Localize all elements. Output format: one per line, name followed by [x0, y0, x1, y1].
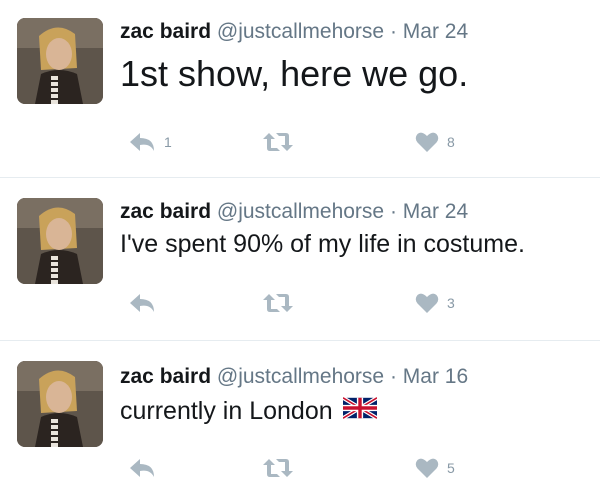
tweet-header: zac baird @justcallmehorse · Mar 24 [120, 199, 468, 225]
avatar[interactable] [17, 198, 103, 284]
like-count: 3 [447, 295, 455, 311]
retweet-icon [263, 294, 293, 312]
like-button[interactable]: 3 [415, 290, 455, 316]
reply-icon [130, 133, 154, 151]
heart-icon [415, 132, 439, 152]
retweet-button[interactable] [262, 455, 302, 481]
reply-count: 1 [164, 134, 172, 150]
like-button[interactable]: 5 [415, 455, 455, 481]
tweet[interactable]: zac baird @justcallmehorse · Mar 24 1st … [0, 0, 600, 178]
like-count: 5 [447, 460, 455, 476]
tweet[interactable]: zac baird @justcallmehorse · Mar 24 I've… [0, 178, 600, 341]
tweet-date[interactable]: Mar 16 [403, 365, 468, 388]
display-name[interactable]: zac baird [120, 20, 211, 43]
tweet-header: zac baird @justcallmehorse · Mar 16 [120, 364, 468, 390]
avatar[interactable] [17, 18, 103, 104]
tweet-text: I've spent 90% of my life in costume. [120, 230, 525, 258]
retweet-button[interactable] [262, 290, 302, 316]
username[interactable]: @justcallmehorse [217, 365, 384, 388]
tweet[interactable]: zac baird @justcallmehorse · Mar 16 curr… [0, 341, 600, 503]
tweet-header: zac baird @justcallmehorse · Mar 24 [120, 19, 468, 45]
tweet-actions: 1 8 [0, 129, 600, 155]
heart-icon [415, 458, 439, 478]
tweet-text-line: currently in London [120, 395, 378, 428]
retweet-button[interactable] [262, 129, 302, 155]
avatar-photo [17, 198, 103, 284]
header-separator: · [389, 200, 397, 223]
display-name[interactable]: zac baird [120, 200, 211, 223]
reply-button[interactable] [128, 455, 164, 481]
display-name[interactable]: zac baird [120, 365, 211, 388]
retweet-icon [263, 459, 293, 477]
username[interactable]: @justcallmehorse [217, 200, 384, 223]
like-button[interactable]: 8 [415, 129, 455, 155]
tweet-actions: 5 [0, 455, 600, 481]
header-separator: · [389, 20, 397, 43]
tweet-text: currently in London [120, 397, 333, 425]
reply-icon [130, 459, 154, 477]
like-count: 8 [447, 134, 455, 150]
avatar-photo [17, 361, 103, 447]
heart-icon [415, 293, 439, 313]
reply-icon [130, 294, 154, 312]
tweet-date[interactable]: Mar 24 [403, 20, 468, 43]
tweet-text: 1st show, here we go. [120, 53, 469, 94]
header-separator: · [389, 365, 397, 388]
tweet-actions: 3 [0, 290, 600, 316]
reply-button[interactable] [128, 290, 164, 316]
avatar[interactable] [17, 361, 103, 447]
username[interactable]: @justcallmehorse [217, 20, 384, 43]
uk-flag-emoji [341, 396, 378, 428]
tweet-date[interactable]: Mar 24 [403, 200, 468, 223]
uk-flag-icon [341, 396, 378, 421]
retweet-icon [263, 133, 293, 151]
avatar-photo [17, 18, 103, 104]
reply-button[interactable]: 1 [128, 129, 172, 155]
